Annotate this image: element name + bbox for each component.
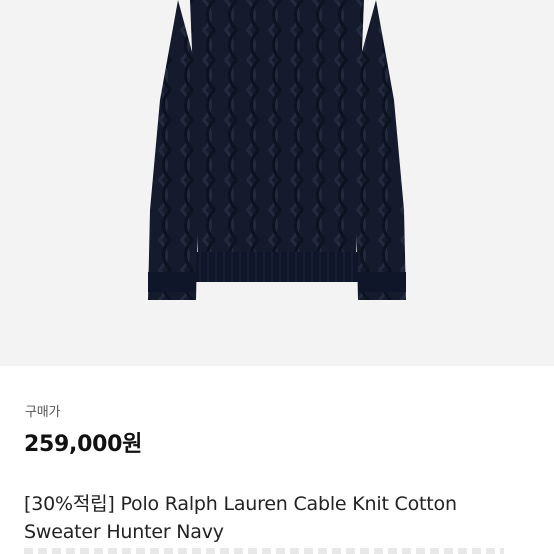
product-image[interactable] <box>0 0 554 366</box>
price-label: 구매가 <box>25 405 61 420</box>
sweater-icon <box>148 0 406 300</box>
product-page: 구매가 259,000원 [30%적립] Polo Ralph Lauren C… <box>0 0 554 554</box>
product-price: 259,000원 <box>24 432 143 457</box>
cut-off-text-row <box>24 548 504 554</box>
product-title[interactable]: [30%적립] Polo Ralph Lauren Cable Knit Cot… <box>24 490 544 546</box>
product-title-line-2: Sweater Hunter Navy <box>24 521 224 543</box>
product-title-line-1: [30%적립] Polo Ralph Lauren Cable Knit Cot… <box>24 493 457 515</box>
product-info: 구매가 259,000원 [30%적립] Polo Ralph Lauren C… <box>0 366 554 554</box>
